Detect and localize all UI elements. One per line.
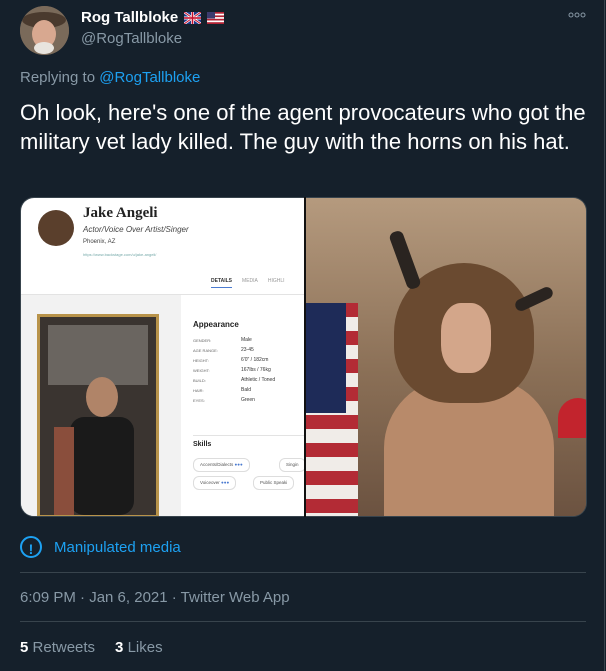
- media-divider: [304, 197, 306, 517]
- appearance-value: 6'0" / 182cm: [241, 357, 269, 363]
- divider: [20, 572, 586, 573]
- skill-chip: Singin: [279, 458, 305, 472]
- tweet-text: Oh look, here's one of the agent provoca…: [20, 100, 586, 154]
- appearance-row: EYES: Green: [193, 395, 275, 405]
- profile-avatar: [38, 210, 74, 246]
- dots-icon: ●●●: [234, 462, 243, 467]
- appearance-row: HAIR: Bald: [193, 385, 275, 395]
- tweet-timestamp[interactable]: 6:09 PM · Jan 6, 2021 · Twitter Web App: [20, 589, 290, 606]
- skill-label: Voiceover: [200, 480, 220, 485]
- profile-tab-media: MEDIA: [242, 278, 258, 284]
- appearance-row: AGE RANGE: 23-45: [193, 345, 275, 355]
- appearance-value: 23-45: [241, 347, 254, 353]
- likes-stat[interactable]: 3 Likes: [115, 639, 163, 656]
- likes-count: 3: [115, 639, 124, 656]
- profile-screenshot-image[interactable]: Jake Angeli Actor/Voice Over Artist/Sing…: [21, 198, 305, 516]
- appearance-row: BUILD: Athletic / Toned: [193, 375, 275, 385]
- retweets-label: Retweets: [32, 639, 96, 656]
- appearance-value: Male: [241, 337, 252, 343]
- red-hat: [558, 398, 586, 438]
- appearance-key: WEIGHT:: [193, 367, 210, 373]
- retweets-count: 5: [20, 639, 29, 656]
- appearance-key: HEIGHT:: [193, 357, 209, 363]
- appearance-key: HAIR:: [193, 387, 204, 393]
- appearance-table: GENDER: Male AGE RANGE: 23-45 HEIGHT: 6'0" …: [193, 335, 275, 405]
- appearance-row: HEIGHT: 6'0" / 182cm: [193, 355, 275, 365]
- author-handle[interactable]: @RogTallbloke: [81, 30, 182, 47]
- author-avatar[interactable]: [20, 6, 69, 55]
- skill-chip: Accents/Dialects ●●●: [193, 458, 250, 472]
- person-face: [441, 303, 492, 373]
- skill-label: Public Speaki: [260, 480, 288, 485]
- tweet-stats: 5 Retweets 3 Likes: [20, 639, 163, 656]
- flag-canton: [306, 303, 347, 413]
- alert-icon: !: [20, 536, 42, 558]
- appearance-row: WEIGHT: 167lbs / 76kg: [193, 365, 275, 375]
- appearance-key: GENDER:: [193, 337, 212, 343]
- replying-prefix: Replying to: [20, 69, 100, 86]
- appearance-value: Athletic / Toned: [241, 377, 276, 383]
- us-flag-icon: [207, 11, 225, 24]
- skills-heading: Skills: [193, 441, 212, 448]
- appearance-value: Bald: [241, 387, 252, 393]
- manipulated-media-label[interactable]: Manipulated media: [54, 539, 181, 556]
- profile-tab-details: DETAILS: [211, 278, 233, 288]
- skill-chip: Public Speaki: [253, 476, 295, 490]
- likes-label: Likes: [127, 639, 163, 656]
- appearance-key: BUILD:: [193, 377, 206, 383]
- author-name[interactable]: Rog Tallbloke: [81, 9, 178, 26]
- retweets-stat[interactable]: 5 Retweets: [20, 639, 95, 656]
- profile-tabs: DETAILS MEDIA HIGHLI: [211, 278, 285, 288]
- appearance-value: Green: [241, 397, 255, 403]
- skill-label: Singin: [286, 462, 299, 467]
- more-options-icon[interactable]: [568, 6, 586, 22]
- replying-to: Replying to @RogTallbloke: [20, 69, 200, 86]
- dots-icon: ●●●: [221, 480, 230, 485]
- capitol-photo-image[interactable]: [306, 198, 586, 516]
- profile-photo: [37, 314, 159, 516]
- appearance-heading: Appearance: [193, 320, 239, 329]
- profile-location: Phoenix, AZ: [83, 239, 116, 245]
- appearance-key: AGE RANGE:: [193, 347, 218, 353]
- profile-role: Actor/Voice Over Artist/Singer: [83, 225, 189, 234]
- manipulated-media-notice[interactable]: ! Manipulated media: [20, 536, 181, 558]
- skill-label: Accents/Dialects: [200, 462, 234, 467]
- divider: [20, 621, 586, 622]
- appearance-value: 167lbs / 76kg: [241, 367, 271, 373]
- appearance-row: GENDER: Male: [193, 335, 275, 345]
- skills-divider: [193, 435, 305, 436]
- profile-name: Jake Angeli: [83, 205, 158, 221]
- profile-tab-highlights: HIGHLI: [267, 278, 285, 284]
- appearance-key: EYES:: [193, 397, 205, 403]
- skill-chip: Voiceover ●●●: [193, 476, 237, 490]
- uk-flag-icon: [184, 11, 202, 24]
- profile-url: https://www.backstage.com/u/jake-angeli/: [83, 252, 157, 257]
- reply-to-link[interactable]: @RogTallbloke: [99, 69, 200, 86]
